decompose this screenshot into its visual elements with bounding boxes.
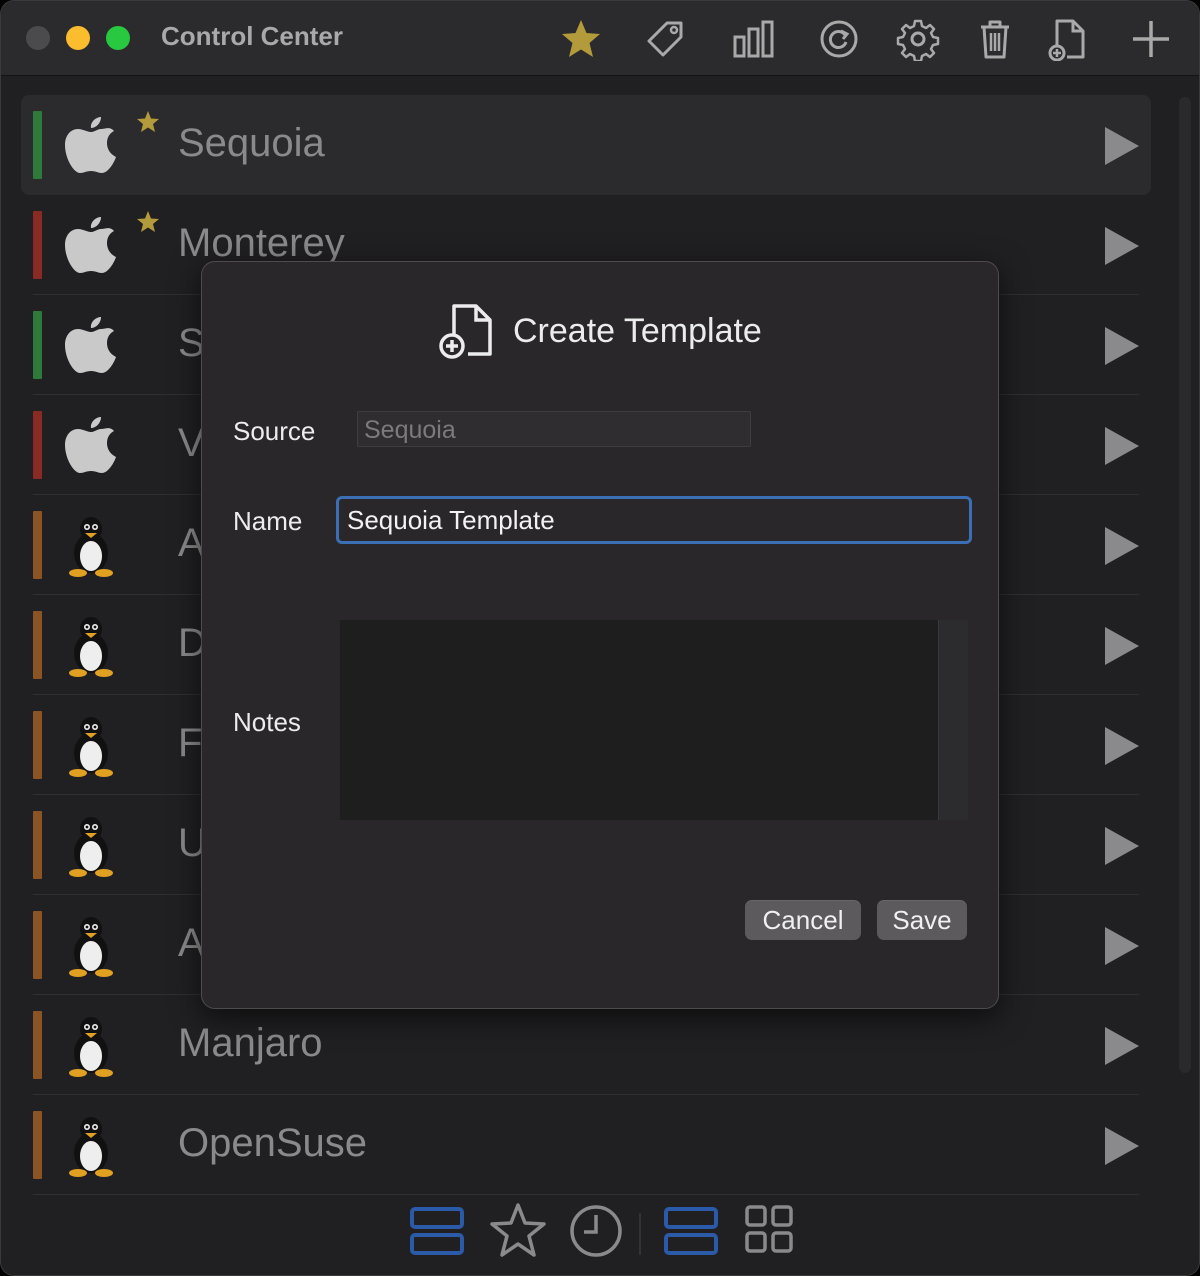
create-template-dialog: Create Template Source Sequoia Name Note… xyxy=(201,261,999,1009)
notes-label: Notes xyxy=(233,707,301,737)
notes-scrollbar[interactable] xyxy=(938,620,968,820)
name-input[interactable] xyxy=(336,496,972,544)
source-field: Sequoia xyxy=(357,411,751,447)
cancel-button[interactable]: Cancel xyxy=(745,900,861,940)
modal-overlay: Create Template Source Sequoia Name Note… xyxy=(0,0,1200,1276)
save-button[interactable]: Save xyxy=(877,900,967,940)
name-label: Name xyxy=(233,506,303,536)
dialog-title: Create Template xyxy=(513,312,762,350)
notes-textarea[interactable] xyxy=(340,620,938,820)
create-template-icon xyxy=(439,304,492,359)
source-label: Source xyxy=(233,416,316,446)
